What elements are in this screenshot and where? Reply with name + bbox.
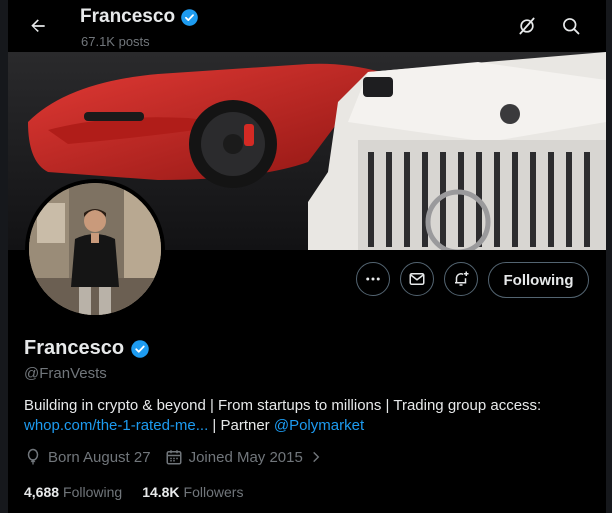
- window-frame-right: [606, 0, 612, 513]
- following-count: 4,688: [24, 484, 60, 500]
- profile-stats: 4,688 Following 14.8K Followers: [24, 484, 243, 500]
- calendar-icon: [166, 450, 182, 465]
- profile-display-name: Francesco: [24, 337, 125, 359]
- bio-link[interactable]: whop.com/the-1-rated-me...: [24, 417, 208, 434]
- notifications-button[interactable]: [444, 262, 478, 296]
- following-stat[interactable]: 4,688 Following: [24, 484, 122, 500]
- joined-item[interactable]: Joined May 2015: [165, 448, 323, 466]
- chevron-right-icon: [312, 451, 320, 463]
- followers-count: 14.8K: [142, 484, 180, 500]
- search-button[interactable]: [555, 10, 587, 42]
- bio-text: Building in crypto & beyond | From start…: [24, 397, 542, 414]
- arrow-left-icon: [31, 19, 45, 32]
- followers-stat[interactable]: 14.8K Followers: [142, 484, 243, 500]
- profile-avatar[interactable]: [25, 179, 165, 319]
- followers-label: Followers: [183, 484, 244, 500]
- avatar-photo: [29, 183, 161, 315]
- window-frame-left: [0, 0, 8, 513]
- header-title: Francesco: [80, 6, 199, 28]
- profile-bio: Building in crypto & beyond | From start…: [24, 396, 594, 436]
- profile-name: Francesco: [24, 337, 150, 360]
- message-button[interactable]: [400, 262, 434, 296]
- bio-mention[interactable]: @Polymarket: [274, 417, 364, 434]
- search-icon: [563, 18, 580, 35]
- posts-count: 67.1K posts: [81, 34, 150, 49]
- following-label: Following: [63, 484, 123, 500]
- grok-icon: [519, 17, 535, 35]
- back-button[interactable]: [22, 10, 54, 42]
- birthday-text: Born August 27: [48, 448, 151, 466]
- more-options-button[interactable]: [356, 262, 390, 296]
- verified-badge-icon[interactable]: [130, 339, 150, 359]
- profile-header: Francesco 67.1K posts: [8, 0, 606, 52]
- verified-badge-icon: [181, 8, 198, 26]
- profile-handle: @FranVests: [24, 365, 107, 382]
- mail-icon: [409, 273, 425, 285]
- bio-partner-text: | Partner: [212, 417, 270, 434]
- bell-plus-icon: [455, 271, 469, 286]
- birthday-item: Born August 27: [24, 448, 151, 466]
- joined-text: Joined May 2015: [188, 448, 303, 466]
- header-display-name: Francesco: [80, 6, 176, 27]
- profile-meta: Born August 27 Joined May 2015: [24, 448, 337, 466]
- balloon-icon: [27, 448, 39, 465]
- more-icon: [366, 277, 380, 281]
- grok-button[interactable]: [511, 10, 543, 42]
- following-button[interactable]: Following: [488, 262, 589, 298]
